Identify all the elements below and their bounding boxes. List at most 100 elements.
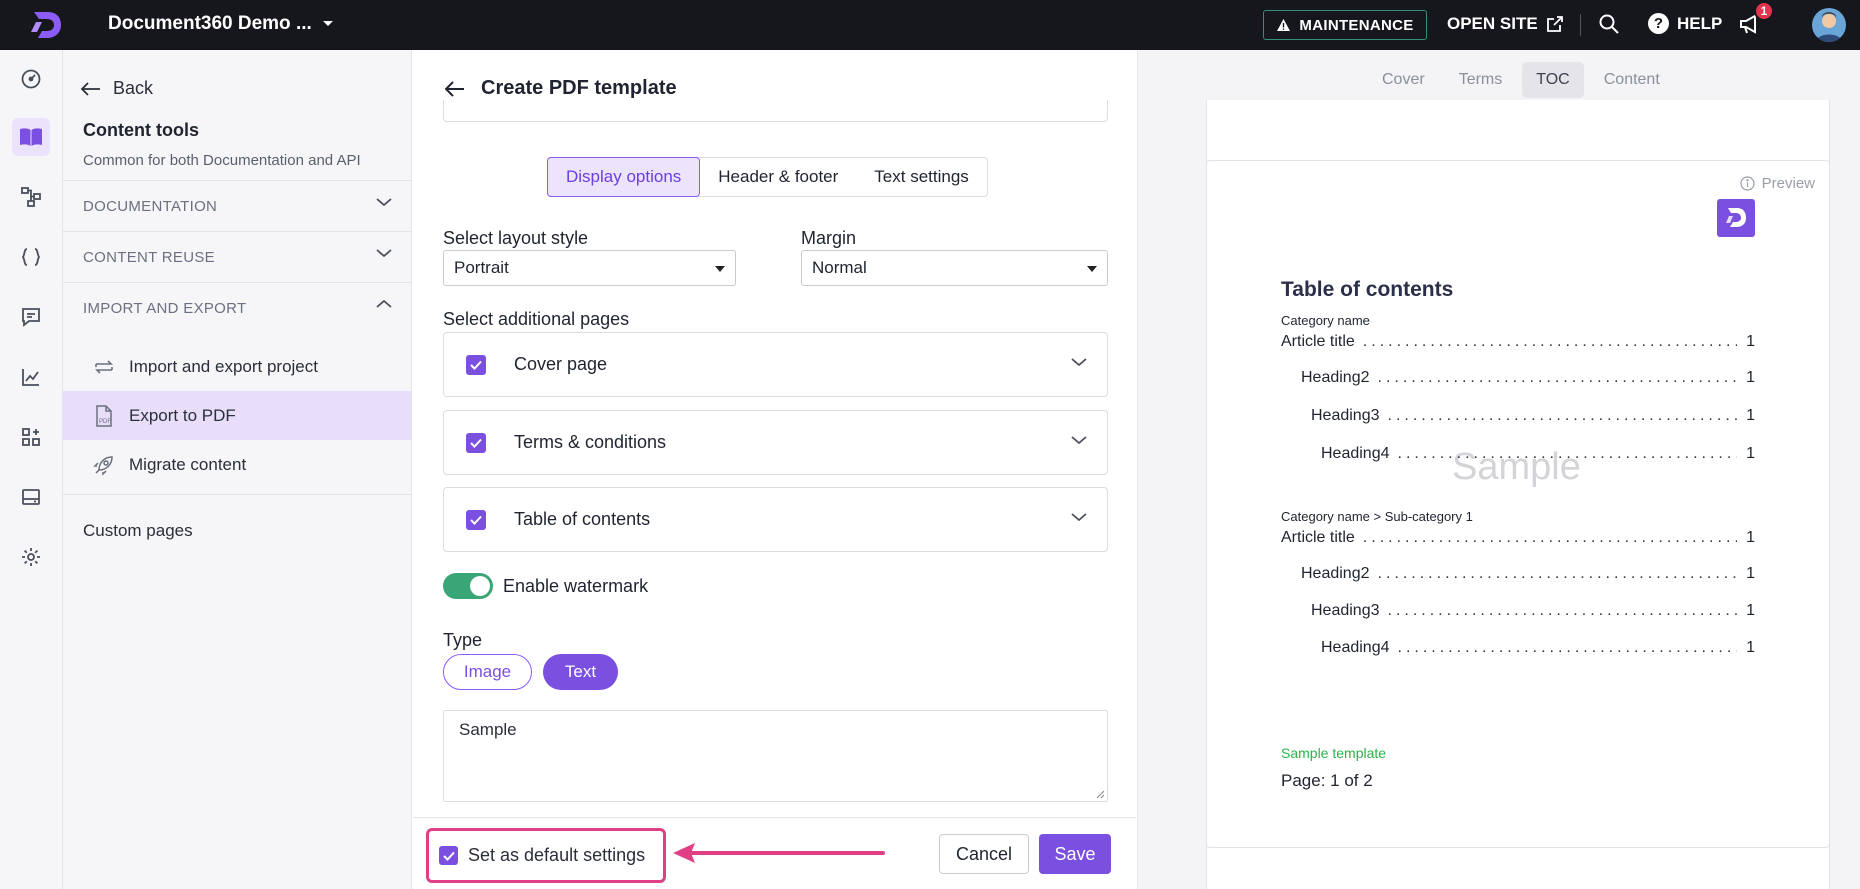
open-site-link[interactable]: OPEN SITE bbox=[1447, 14, 1564, 34]
watermark-toggle[interactable] bbox=[443, 573, 493, 599]
toc-entry-label: Heading2 bbox=[1301, 369, 1370, 386]
tab-display-options[interactable]: Display options bbox=[547, 157, 701, 197]
maintenance-button[interactable]: MAINTENANCE bbox=[1263, 10, 1427, 40]
type-image-button[interactable]: Image bbox=[443, 654, 532, 690]
maintenance-label: MAINTENANCE bbox=[1299, 16, 1414, 34]
arrow-left-icon[interactable] bbox=[445, 80, 465, 97]
type-label: Type bbox=[443, 630, 483, 650]
accordion-terms-conditions[interactable]: Terms & conditions bbox=[443, 410, 1108, 475]
notification-badge: 1 bbox=[1754, 1, 1774, 21]
margin-select[interactable]: Normal bbox=[801, 250, 1108, 286]
feedback-icon[interactable] bbox=[12, 298, 50, 336]
tab-terms[interactable]: Terms bbox=[1445, 62, 1517, 98]
type-text-button[interactable]: Text bbox=[543, 654, 618, 690]
svg-text:PDF: PDF bbox=[99, 419, 111, 425]
toc-entry-label: Heading2 bbox=[1301, 565, 1370, 582]
default-settings-label: Set as default settings bbox=[468, 845, 646, 865]
widget-icon[interactable] bbox=[12, 478, 50, 516]
integrations-icon[interactable] bbox=[12, 418, 50, 456]
tab-content[interactable]: Content bbox=[1590, 62, 1674, 98]
chevron-down-icon bbox=[1071, 512, 1087, 522]
toc-entry-label: Heading3 bbox=[1311, 407, 1380, 424]
analytics-icon[interactable] bbox=[12, 358, 50, 396]
nav-label: Export to PDF bbox=[129, 405, 236, 425]
nav-export-to-pdf[interactable]: PDF Export to PDF bbox=[63, 391, 412, 440]
accordion-label: Terms & conditions bbox=[514, 432, 667, 452]
chevron-down-icon bbox=[376, 197, 392, 207]
section-documentation[interactable]: DOCUMENTATION bbox=[63, 180, 412, 231]
checkbox[interactable] bbox=[466, 509, 486, 530]
accordion-table-of-contents[interactable]: Table of contents bbox=[443, 487, 1108, 552]
toc-entry-page: 1 bbox=[1746, 369, 1755, 386]
cancel-button[interactable]: Cancel bbox=[939, 834, 1029, 874]
nav-label: Import and export project bbox=[129, 356, 318, 376]
tab-header-footer[interactable]: Header & footer bbox=[700, 158, 856, 196]
api-braces-icon[interactable] bbox=[12, 238, 50, 276]
toc-entry-label: Heading3 bbox=[1311, 602, 1380, 619]
brand-logo-icon bbox=[1717, 199, 1755, 237]
project-switcher[interactable]: Document360 Demo ... bbox=[108, 13, 334, 35]
toc-entry-page: 1 bbox=[1746, 565, 1755, 582]
info-icon bbox=[1740, 176, 1755, 191]
back-label: Back bbox=[113, 78, 154, 98]
dashboard-icon[interactable] bbox=[12, 60, 50, 98]
caret-down-icon bbox=[1087, 266, 1097, 272]
documentation-icon[interactable] bbox=[12, 118, 50, 156]
toggle-knob bbox=[470, 576, 490, 596]
help-button[interactable]: ? HELP bbox=[1648, 13, 1722, 34]
toc-entry-label: Article title bbox=[1281, 529, 1355, 546]
accordion-cover-page[interactable]: Cover page bbox=[443, 332, 1108, 397]
checkbox[interactable] bbox=[439, 846, 458, 865]
category-heading: Category name bbox=[1281, 313, 1370, 328]
pdf-file-icon: PDF bbox=[93, 404, 115, 428]
toc-entry-page: 1 bbox=[1746, 602, 1755, 619]
project-name: Document360 Demo ... bbox=[108, 13, 312, 34]
page-number: Page: 1 of 2 bbox=[1281, 771, 1373, 790]
top-bar: Document360 Demo ... MAINTENANCE OPEN SI… bbox=[0, 0, 1860, 50]
tab-cover[interactable]: Cover bbox=[1368, 62, 1439, 98]
layout-style-select[interactable]: Portrait bbox=[443, 250, 736, 286]
settings-icon[interactable] bbox=[12, 538, 50, 576]
watermark-text-value: Sample bbox=[459, 720, 517, 739]
toc-entry-label: Heading4 bbox=[1321, 639, 1390, 656]
section-label: DOCUMENTATION bbox=[83, 197, 218, 215]
checkbox[interactable] bbox=[466, 432, 486, 453]
preview-indicator: Preview bbox=[1740, 175, 1815, 192]
save-button[interactable]: Save bbox=[1039, 834, 1111, 874]
search-icon[interactable] bbox=[1598, 13, 1620, 35]
section-content-reuse[interactable]: CONTENT REUSE bbox=[63, 231, 412, 282]
toc-entry-page: 1 bbox=[1746, 407, 1755, 424]
pdf-template-form: Create PDF template Display options Head… bbox=[413, 50, 1136, 889]
watermark-text-input[interactable]: Sample bbox=[443, 710, 1108, 802]
content-tools-panel: Back Content tools Common for both Docum… bbox=[63, 50, 412, 889]
document360-logo-icon[interactable] bbox=[28, 8, 64, 42]
tab-text-settings[interactable]: Text settings bbox=[856, 158, 987, 196]
avatar[interactable] bbox=[1812, 8, 1846, 42]
template-name: Sample template bbox=[1281, 745, 1387, 761]
tab-toc[interactable]: TOC bbox=[1522, 62, 1584, 98]
nav-import-export-project[interactable]: Import and export project bbox=[63, 342, 412, 391]
arrow-left-icon bbox=[81, 81, 101, 96]
import-export-icon bbox=[93, 358, 115, 376]
help-label: HELP bbox=[1677, 13, 1723, 33]
panel-title: Content tools bbox=[83, 120, 199, 140]
toc-entry: Heading4 ...............................… bbox=[1321, 445, 1755, 462]
page-title: Create PDF template bbox=[481, 77, 677, 99]
resize-handle-icon[interactable] bbox=[1095, 789, 1105, 799]
checkbox[interactable] bbox=[466, 354, 486, 375]
template-name-field[interactable] bbox=[443, 100, 1108, 122]
section-import-export[interactable]: IMPORT AND EXPORT bbox=[63, 282, 412, 333]
layout-style-label: Select layout style bbox=[443, 228, 589, 248]
toc-entry: Heading3 ...............................… bbox=[1311, 602, 1755, 619]
nav-label: Migrate content bbox=[129, 454, 247, 474]
toc-entry: Article title ..........................… bbox=[1281, 529, 1755, 546]
chevron-down-icon bbox=[376, 248, 392, 258]
back-link[interactable]: Back bbox=[81, 78, 153, 99]
nav-migrate-content[interactable]: Migrate content bbox=[63, 440, 412, 489]
workflow-icon[interactable] bbox=[12, 178, 50, 216]
icon-rail bbox=[0, 50, 63, 889]
caret-down-icon bbox=[322, 20, 334, 28]
default-settings-checkbox[interactable]: Set as default settings bbox=[426, 828, 666, 883]
toc-entry: Heading2 ...............................… bbox=[1301, 565, 1755, 582]
nav-custom-pages[interactable]: Custom pages bbox=[63, 494, 412, 554]
